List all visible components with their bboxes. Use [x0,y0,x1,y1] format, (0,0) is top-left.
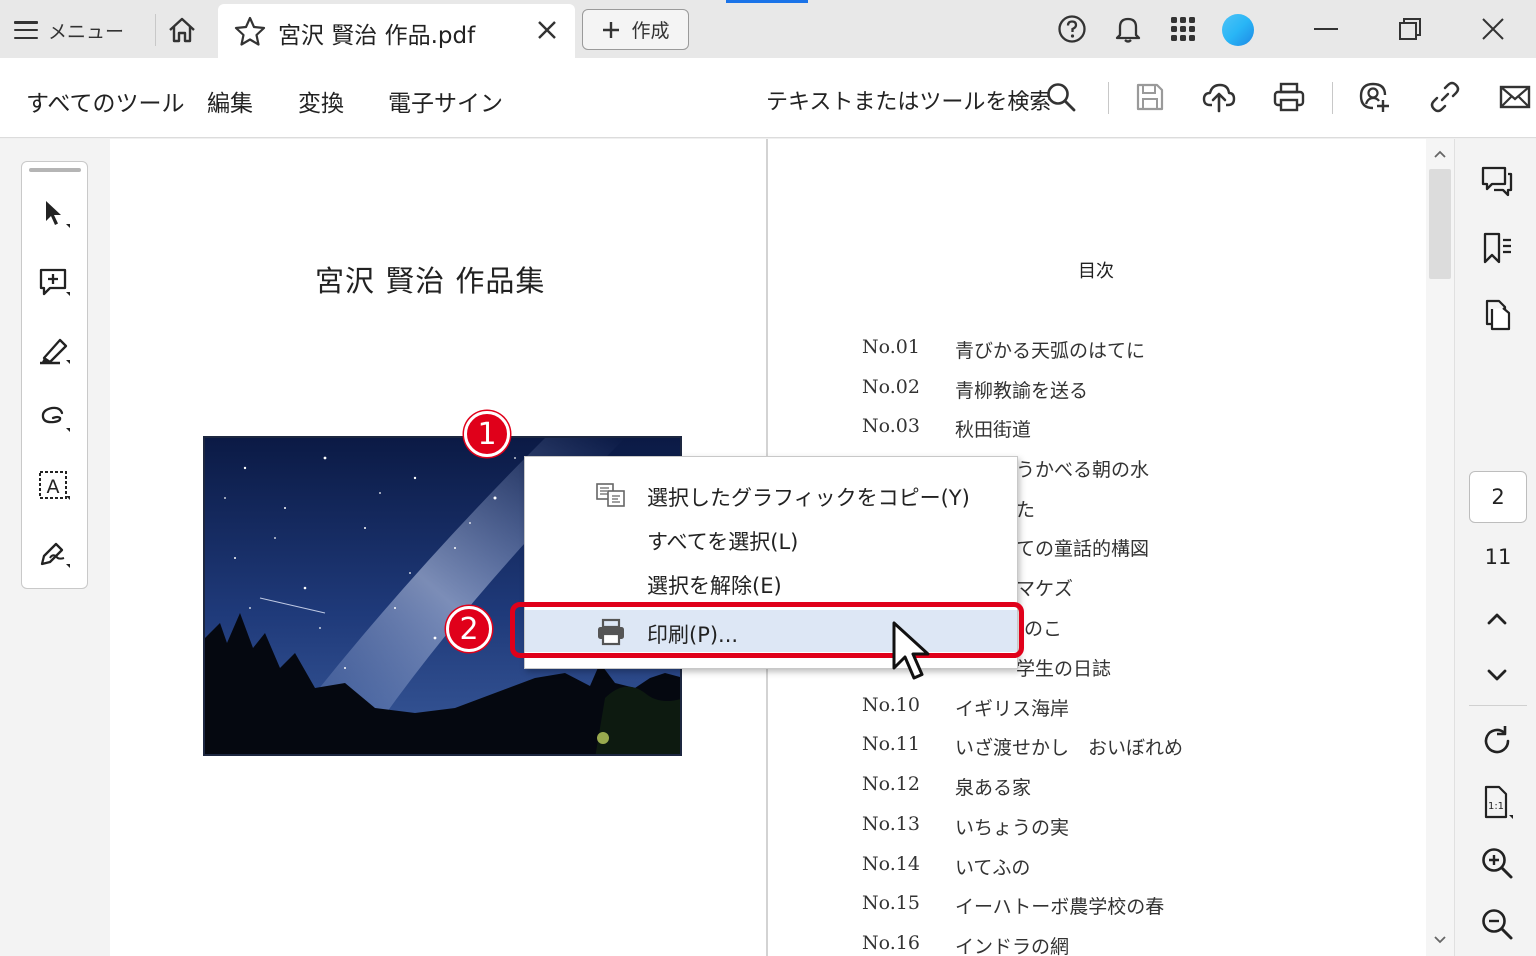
zoom-out-icon[interactable] [1479,906,1515,942]
divider [1108,82,1109,114]
select-cursor-icon[interactable] [36,196,74,234]
left-tool-rail: A [0,139,110,956]
home-icon[interactable] [166,14,198,46]
highlighter-icon[interactable] [36,332,74,370]
document-tab[interactable]: 宮沢 賢治 作品.pdf [218,4,575,58]
current-page-input[interactable]: 2 [1469,471,1527,523]
cloud-upload-icon[interactable] [1202,80,1236,114]
divider [1332,82,1333,114]
svg-text:1:1: 1:1 [1488,801,1504,812]
menu-edit[interactable]: 編集 [207,84,253,118]
menu-all-tools[interactable]: すべてのツール [26,84,184,118]
close-icon[interactable] [536,19,558,41]
share-user-icon[interactable] [1357,80,1391,114]
search-tools-label[interactable]: テキストまたはツールを検索 [766,84,1051,116]
zoom-in-icon[interactable] [1479,845,1515,881]
mouse-pointer-icon [892,621,930,680]
minimize-icon[interactable] [1311,14,1341,44]
scroll-thumb[interactable] [1429,169,1451,279]
actual-size-icon[interactable]: 1:1 [1479,784,1515,820]
menu-item-label: 選択したグラフィックをコピー(Y) [647,486,970,510]
freehand-draw-icon[interactable] [36,400,74,438]
menu-button[interactable]: メニュー [14,12,124,48]
step-badge-1: 1 [464,411,510,457]
toc-heading: 目次 [1078,261,1114,282]
active-indicator [726,0,808,3]
menu-e-sign[interactable]: 電子サイン [388,84,503,118]
text-box-icon[interactable]: A [36,468,74,506]
title-bar: メニュー 宮沢 賢治 作品.pdf 作成 [0,0,1536,58]
avatar[interactable] [1222,14,1254,46]
highlight-frame [510,602,1024,658]
divider [1469,705,1527,706]
menu-item-select-all[interactable]: すべてを選択(L) [525,517,1017,559]
copy-graphic-icon [596,483,625,507]
help-icon[interactable] [1057,14,1087,44]
pages-icon[interactable] [1479,297,1515,333]
plus-icon [603,21,620,38]
drag-handle[interactable] [29,168,81,172]
hamburger-icon [14,21,38,39]
scroll-up-icon[interactable] [1433,149,1447,159]
bookmark-icon[interactable] [1479,230,1515,266]
chevron-down-icon[interactable] [1479,657,1515,693]
menu-item-label: すべてを選択(L) [647,530,799,554]
quick-tools-panel: A [21,161,88,589]
document-title: 宮沢 賢治 作品集 [315,264,546,298]
save-icon[interactable] [1133,80,1167,114]
restore-icon[interactable] [1395,14,1425,44]
link-icon[interactable] [1428,80,1462,114]
tab-title: 宮沢 賢治 作品.pdf [278,23,476,49]
sign-pen-icon[interactable] [36,536,74,574]
menu-label: メニュー [48,20,125,43]
svg-text:A: A [47,476,60,498]
menu-item-deselect[interactable]: 選択を解除(E) [525,561,1017,603]
scroll-down-icon[interactable] [1433,935,1447,945]
menu-convert[interactable]: 変換 [298,84,344,118]
star-icon[interactable] [234,16,266,46]
step-badge-2: 2 [446,606,492,652]
rotate-icon[interactable] [1479,723,1515,759]
total-pages: 11 [1484,545,1512,569]
search-icon[interactable] [1044,80,1078,114]
right-rail: 2 11 1:1 [1454,139,1536,956]
apps-grid-icon[interactable] [1168,14,1198,44]
create-button[interactable]: 作成 [582,9,689,50]
menu-item-copy-graphic[interactable]: 選択したグラフィックをコピー(Y) [525,473,1017,515]
comments-icon[interactable] [1479,163,1515,199]
vertical-scrollbar[interactable] [1426,139,1454,956]
add-comment-icon[interactable] [36,264,74,302]
window-close-icon[interactable] [1478,14,1508,44]
mail-icon[interactable] [1498,80,1532,114]
main-toolbar: すべてのツール 編集 変換 電子サイン テキストまたはツールを検索 [0,58,1536,138]
chevron-up-icon[interactable] [1479,601,1515,637]
divider [155,14,156,46]
printer-icon[interactable] [1272,80,1306,114]
create-label: 作成 [631,20,670,42]
menu-item-label: 選択を解除(E) [647,574,782,598]
bell-icon[interactable] [1113,14,1143,44]
